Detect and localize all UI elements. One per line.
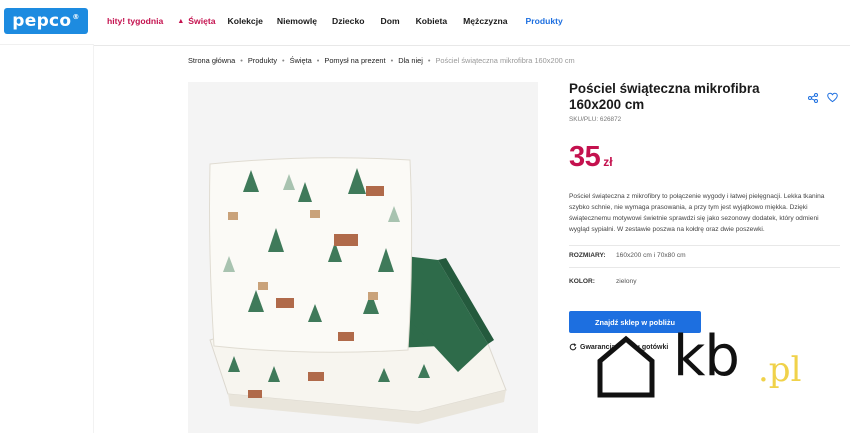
top-navigation-bar: pepco ® hity! tygodnia ▲ Święta Kolekcje Niem… — [0, 0, 850, 44]
breadcrumb-current: Pościel świąteczna mikrofibra 160x200 cm — [435, 56, 575, 65]
breadcrumb-separator: • — [427, 56, 431, 65]
price-value: 35 — [569, 141, 601, 173]
nav-item-label: Produkty — [525, 16, 563, 26]
nav-item-label: Niemowlę — [276, 16, 317, 26]
breadcrumb: Strona główna • Produkty • Święta • Pomysł na … — [188, 56, 575, 65]
nav-item-produkty[interactable]: Produkty — [526, 16, 563, 26]
sku-code: SKU/PLU: 626872 — [569, 116, 622, 123]
refresh-icon — [569, 343, 577, 351]
watermark-suffix: .pl — [758, 350, 802, 390]
nav-item-label: Święta — [188, 16, 216, 26]
main-menu: hity! tygodnia ▲ Święta Kolekcje Niemowlę Dzi… — [107, 16, 563, 26]
divider — [93, 44, 94, 433]
nav-item-label: Mężczyzna — [463, 16, 508, 26]
product-image[interactable] — [188, 82, 538, 433]
nav-item-label: Kolekcje — [227, 16, 263, 26]
divider — [569, 245, 840, 246]
divider — [0, 44, 94, 45]
breadcrumb-separator: • — [240, 56, 243, 65]
color-value: zielony — [616, 278, 637, 285]
bedding-illustration — [188, 82, 538, 433]
price-currency: zł — [603, 155, 613, 169]
breadcrumb-link[interactable]: Pomysł na prezent — [324, 56, 385, 65]
breadcrumb-link[interactable]: Produkty — [248, 56, 277, 65]
nav-item-kobieta[interactable]: Kobieta — [416, 16, 448, 26]
breadcrumb-link[interactable]: Święta — [290, 56, 312, 65]
logo-registered-mark: ® — [72, 13, 80, 21]
nav-item-hity-tygodnia[interactable]: hity! tygodnia — [107, 16, 163, 26]
price: 35 zł — [569, 141, 613, 174]
breadcrumb-link[interactable]: Strona główna — [188, 56, 235, 65]
nav-item-label: Kobieta — [415, 16, 448, 26]
pepco-logo[interactable]: pepco ® — [4, 8, 88, 34]
nav-item-dziecko[interactable]: Dziecko — [332, 16, 364, 26]
nav-item-święta[interactable]: ▲ Święta — [177, 16, 215, 26]
sizes-value: 160x200 cm i 70x80 cm — [616, 252, 686, 259]
nav-item-kolekcje[interactable]: Kolekcje — [228, 16, 263, 26]
nav-item-label: Dom — [380, 16, 400, 26]
color-label: KOLOR: — [569, 278, 596, 285]
nav-item-label: hity! tygodnia — [107, 16, 164, 26]
nav-item-label: Dziecko — [332, 16, 365, 26]
watermark-text: kb — [673, 324, 740, 389]
share-icon[interactable] — [808, 93, 818, 103]
product-description: Pościel świąteczna z mikrofibry to połąc… — [569, 193, 825, 233]
heart-icon[interactable] — [827, 92, 838, 103]
nav-item-mężczyzna[interactable]: Mężczyzna — [463, 16, 507, 26]
breadcrumb-separator: • — [282, 56, 285, 65]
sizes-label: ROZMIARY: — [569, 252, 606, 259]
tree-icon: ▲ — [177, 18, 185, 25]
logo-text: pepco — [12, 11, 72, 31]
divider — [94, 45, 850, 46]
breadcrumb-link[interactable]: Dla niej — [398, 56, 423, 65]
breadcrumb-separator: • — [316, 56, 320, 65]
divider — [569, 267, 840, 268]
product-title: Pościel świąteczna mikrofibra 160x200 cm — [569, 81, 760, 112]
nav-item-niemowlę[interactable]: Niemowlę — [277, 16, 317, 26]
breadcrumb-separator: • — [390, 56, 394, 65]
nav-item-dom[interactable]: Dom — [380, 16, 399, 26]
